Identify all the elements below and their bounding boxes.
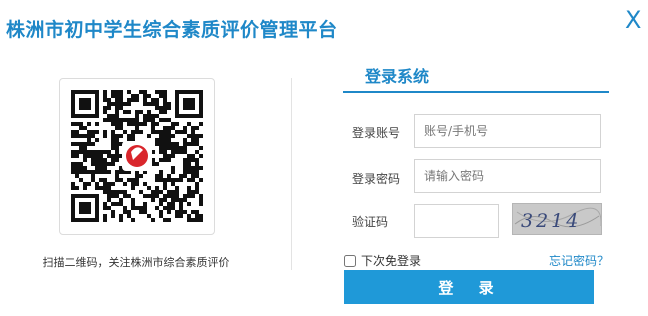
page-title: 株洲市初中学生综合素质评价管理平台 [6,19,338,41]
vertical-divider [291,78,292,270]
login-button[interactable]: 登 录 [344,270,594,304]
login-title-underline [343,91,609,93]
captcha-label: 验证码 [352,215,389,229]
qr-code-icon [71,90,203,222]
remember-label: 下次免登录 [361,254,422,268]
remember-checkbox[interactable] [344,254,356,267]
forgot-password-link[interactable]: 忘记密码？ [549,252,609,269]
close-icon[interactable]: X [625,8,641,32]
account-input[interactable] [414,114,601,148]
login-title: 登录系统 [365,67,430,86]
captcha-text: 3214 [521,210,581,232]
remember-me[interactable]: 下次免登录 [344,252,421,269]
captcha-input[interactable] [414,204,499,238]
password-label: 登录密码 [352,172,401,186]
qr-code-panel [59,78,215,235]
account-label: 登录账号 [352,126,401,140]
password-input[interactable] [414,159,601,193]
captcha-image[interactable]: 3214 [512,203,602,235]
qr-caption: 扫描二维码，关注株洲市综合素质评价 [42,256,230,269]
